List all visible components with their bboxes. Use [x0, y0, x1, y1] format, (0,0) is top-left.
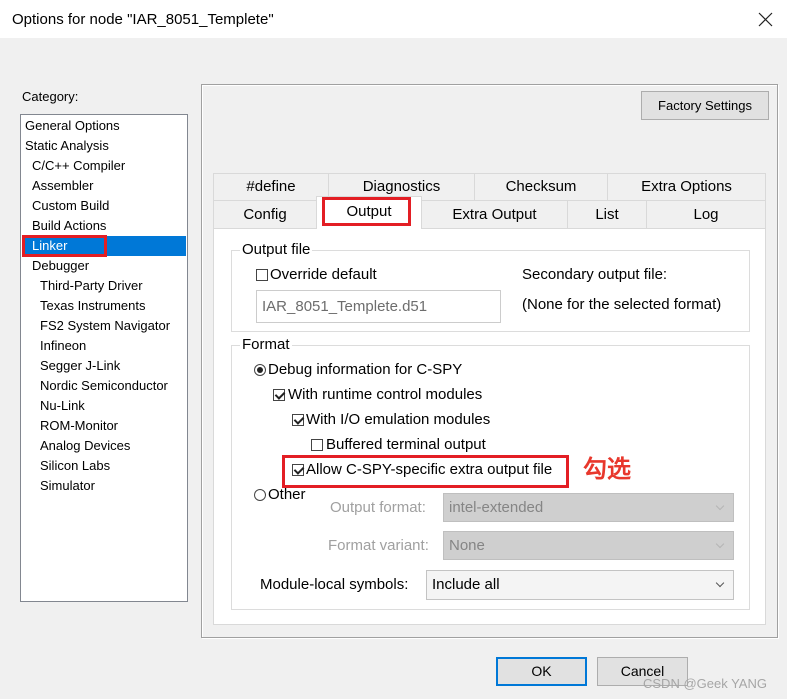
category-list[interactable]: General Options Static Analysis C/C++ Co… [20, 114, 188, 602]
close-icon[interactable] [758, 12, 773, 27]
options-dialog: Options for node "IAR_8051_Templete" Cat… [0, 0, 787, 699]
category-item-simulator[interactable]: Simulator [22, 476, 186, 496]
runtime-control-checkbox[interactable] [273, 389, 285, 401]
category-item-assembler[interactable]: Assembler [22, 176, 186, 196]
category-item-texas-instruments[interactable]: Texas Instruments [22, 296, 186, 316]
category-item-build-actions[interactable]: Build Actions [22, 216, 186, 236]
category-item-fs2-system-navigator[interactable]: FS2 System Navigator [22, 316, 186, 336]
category-item-nordic-semiconductor[interactable]: Nordic Semiconductor [22, 376, 186, 396]
override-default-label[interactable]: Override default [270, 266, 377, 284]
output-format-value: intel-extended [449, 499, 544, 516]
ok-button[interactable]: OK [496, 657, 587, 686]
window-title: Options for node "IAR_8051_Templete" [12, 11, 274, 28]
category-item-general-options[interactable]: General Options [22, 116, 186, 136]
output-format-label: Output format: [330, 499, 426, 516]
format-variant-label: Format variant: [328, 537, 429, 554]
highlight-box-allow-cspy [282, 455, 569, 488]
tab-config[interactable]: Config [213, 200, 317, 229]
format-variant-select[interactable]: None [443, 531, 734, 560]
chevron-down-icon [715, 578, 725, 588]
secondary-output-label: Secondary output file: [522, 266, 668, 283]
category-item-third-party-driver[interactable]: Third-Party Driver [22, 276, 186, 296]
highlight-box-linker [22, 235, 107, 257]
annotation-text: 勾选 [583, 456, 631, 483]
chevron-down-icon [715, 539, 725, 549]
other-format-radio[interactable] [254, 489, 266, 501]
other-format-label[interactable]: Other [268, 486, 306, 504]
tab-checksum[interactable]: Checksum [474, 173, 608, 201]
category-item-segger-jlink[interactable]: Segger J-Link [22, 356, 186, 376]
category-item-analog-devices[interactable]: Analog Devices [22, 436, 186, 456]
debug-info-radio[interactable] [254, 364, 266, 376]
factory-settings-button[interactable]: Factory Settings [641, 91, 769, 120]
module-local-symbols-select[interactable]: Include all [426, 570, 734, 600]
category-item-debugger[interactable]: Debugger [22, 256, 186, 276]
category-item-c-cpp-compiler[interactable]: C/C++ Compiler [22, 156, 186, 176]
buffered-terminal-checkbox[interactable] [311, 439, 323, 451]
secondary-output-value: (None for the selected format) [522, 296, 722, 313]
buffered-terminal-label[interactable]: Buffered terminal output [326, 436, 486, 454]
override-default-checkbox[interactable] [256, 269, 268, 281]
category-item-rom-monitor[interactable]: ROM-Monitor [22, 416, 186, 436]
format-variant-value: None [449, 537, 485, 554]
tab-extra-options[interactable]: Extra Options [607, 173, 766, 201]
category-item-static-analysis[interactable]: Static Analysis [22, 136, 186, 156]
format-legend: Format [240, 336, 292, 354]
module-local-symbols-value: Include all [432, 576, 500, 593]
category-label: Category: [22, 89, 79, 104]
watermark: CSDN @Geek YANG [643, 676, 767, 691]
category-item-silicon-labs[interactable]: Silicon Labs [22, 456, 186, 476]
category-item-infineon[interactable]: Infineon [22, 336, 186, 356]
tab-define[interactable]: #define [213, 173, 329, 201]
output-format-select[interactable]: intel-extended [443, 493, 734, 522]
category-item-nu-link[interactable]: Nu-Link [22, 396, 186, 416]
highlight-box-output-tab [322, 197, 411, 226]
tab-log[interactable]: Log [646, 200, 766, 229]
chevron-down-icon [715, 501, 725, 511]
tab-extra-output[interactable]: Extra Output [421, 200, 568, 229]
output-file-legend: Output file [240, 241, 313, 259]
io-emulation-label[interactable]: With I/O emulation modules [306, 411, 490, 429]
debug-info-label[interactable]: Debug information for C-SPY [268, 361, 462, 379]
runtime-control-label[interactable]: With runtime control modules [288, 386, 482, 404]
module-local-symbols-label: Module-local symbols: [260, 576, 409, 593]
io-emulation-checkbox[interactable] [292, 414, 304, 426]
category-item-custom-build[interactable]: Custom Build [22, 196, 186, 216]
output-filename-field[interactable]: IAR_8051_Templete.d51 [256, 290, 501, 323]
tab-list[interactable]: List [567, 200, 647, 229]
